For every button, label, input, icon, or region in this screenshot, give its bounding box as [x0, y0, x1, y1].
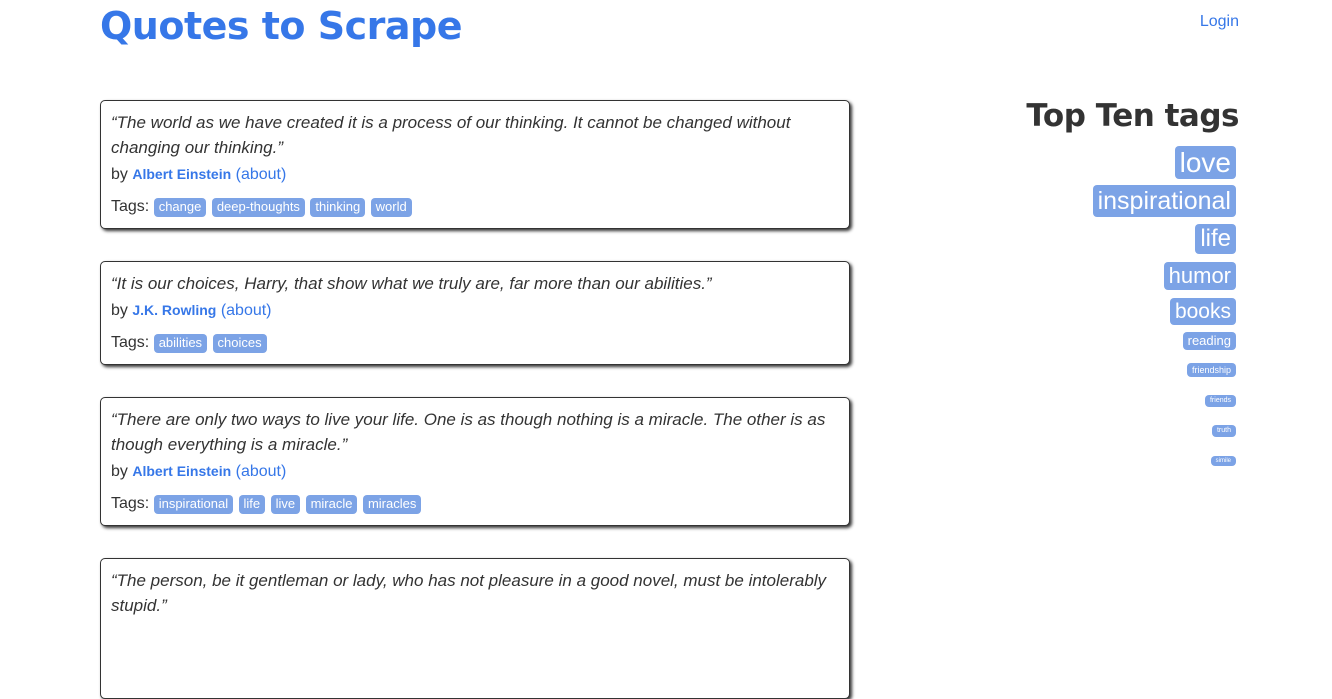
top-tag-life[interactable]: life — [1195, 224, 1236, 254]
top-tag-truth[interactable]: truth — [1211, 425, 1236, 437]
quote-text: “The person, be it gentleman or lady, wh… — [111, 571, 827, 615]
quote-text: “It is our choices, Harry, that show wha… — [111, 274, 712, 293]
login-link[interactable]: Login — [1200, 13, 1239, 31]
author-name: Albert Einstein — [132, 166, 232, 182]
by-label: by — [111, 166, 128, 183]
quote-text: “The world as we have created it is a pr… — [111, 113, 791, 157]
tag-link[interactable]: deep-thoughts — [211, 198, 305, 217]
by-label: by — [111, 463, 128, 480]
tag-link[interactable]: miracle — [305, 495, 358, 514]
top-tags-heading: Top Ten tags — [1026, 98, 1239, 134]
quote-tags: Tags: abilities choices — [111, 332, 839, 354]
tag-link[interactable]: live — [270, 495, 301, 514]
by-label: by — [111, 302, 128, 319]
tags-label: Tags: — [111, 198, 150, 215]
quote-text: “There are only two ways to live your li… — [111, 410, 826, 454]
top-tag-humor[interactable]: humor — [1163, 262, 1236, 290]
tag-link[interactable]: choices — [212, 334, 267, 353]
quote-tags: Tags: change deep-thoughts thinking worl… — [111, 196, 839, 218]
top-tag-friendship[interactable]: friendship — [1186, 363, 1236, 377]
about-link[interactable]: (about) — [221, 302, 272, 319]
top-tag-reading[interactable]: reading — [1182, 332, 1236, 350]
quote-card: “There are only two ways to live your li… — [100, 397, 850, 526]
tag-link[interactable]: thinking — [310, 198, 366, 217]
about-link[interactable]: (about) — [236, 166, 287, 183]
author-name: Albert Einstein — [132, 463, 232, 479]
top-tag-inspirational[interactable]: inspirational — [1092, 185, 1236, 217]
top-tags-sidebar: Top Ten tags love inspirational life hum… — [979, 98, 1240, 473]
top-tag-simile[interactable]: simile — [1210, 456, 1236, 466]
quote-tags: Tags: inspirational life live miracle mi… — [111, 493, 839, 515]
top-tag-books[interactable]: books — [1169, 298, 1236, 325]
quote-byline: by J.K. Rowling (about) — [111, 299, 839, 322]
quote-byline: by Albert Einstein (about) — [111, 460, 839, 483]
tag-link[interactable]: life — [238, 495, 266, 514]
quote-card: “The world as we have created it is a pr… — [100, 100, 850, 229]
quote-byline: by Albert Einstein (about) — [111, 163, 839, 186]
tags-label: Tags: — [111, 334, 150, 351]
author-name: J.K. Rowling — [132, 302, 217, 318]
top-tag-friends[interactable]: friends — [1204, 395, 1236, 407]
tag-link[interactable]: abilities — [153, 334, 208, 353]
top-tag-love[interactable]: love — [1174, 146, 1236, 179]
tag-link[interactable]: miracles — [362, 495, 422, 514]
site-title-link[interactable]: Quotes to Scrape — [100, 4, 463, 48]
quote-card: “The person, be it gentleman or lady, wh… — [100, 558, 850, 699]
tag-link[interactable]: world — [370, 198, 412, 217]
tags-label: Tags: — [111, 495, 150, 512]
tag-link[interactable]: inspirational — [153, 495, 234, 514]
about-link[interactable]: (about) — [236, 463, 287, 480]
quote-card: “It is our choices, Harry, that show wha… — [100, 261, 850, 365]
tag-link[interactable]: change — [153, 198, 207, 217]
